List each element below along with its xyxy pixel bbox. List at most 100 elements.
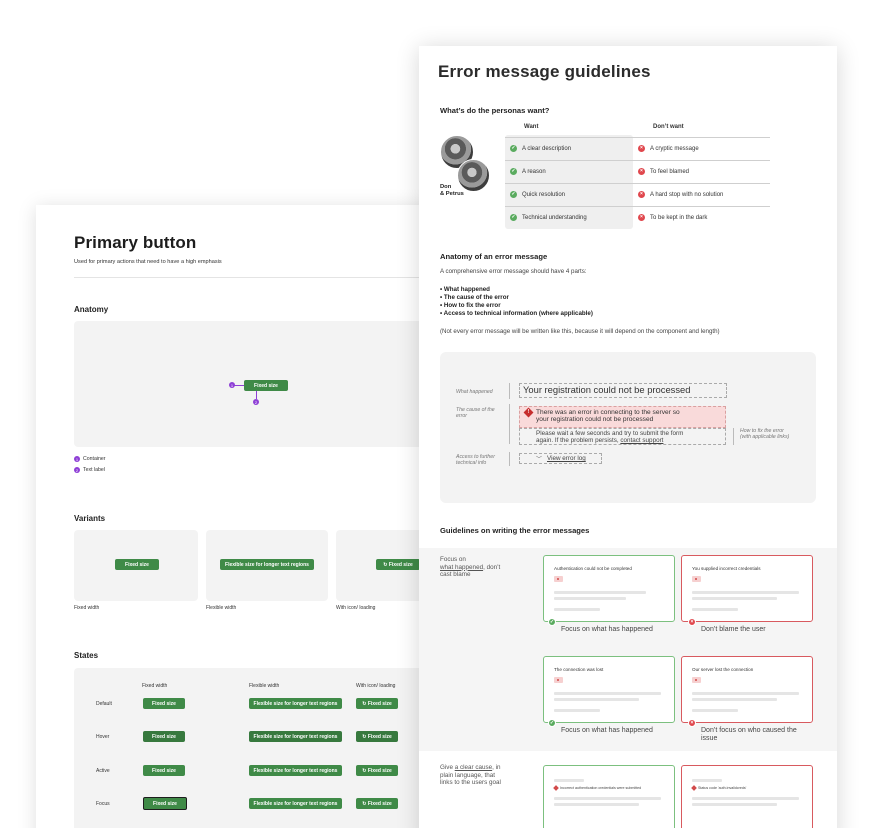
writing-heading: Guidelines on writing the error messages: [440, 526, 590, 535]
example-card-bad: Our server lost the connection: [681, 656, 813, 723]
check-icon: ✓: [510, 191, 517, 198]
state-icon-button[interactable]: ↻ Fixed size: [356, 765, 398, 776]
variant-label: With icon/ loading: [336, 605, 376, 611]
dont-want-header: Don’t want: [653, 124, 684, 130]
marker-2: 2: [74, 467, 80, 473]
state-fixed-button[interactable]: Fixed size: [143, 731, 185, 742]
cross-icon: ×: [638, 168, 645, 175]
persona-row: ✓ Quick resolution × A hard stop with no s…: [505, 183, 770, 206]
error-help-text: Please wait a few seconds and try to sub…: [536, 430, 684, 444]
page-subtitle: Used for primary actions that need to ha…: [74, 259, 222, 265]
bracket: [509, 404, 510, 444]
state-label-hover: Hover: [96, 734, 110, 740]
example-card-bad: You supplied incorrect credentials: [681, 555, 813, 622]
variant-fixed-button[interactable]: Fixed size: [115, 559, 159, 570]
state-label-active: Active: [96, 768, 110, 774]
states-column-header: With icon/ loading: [356, 683, 396, 689]
inline-error: Status code 'auth.invalidcreds': [691, 785, 746, 791]
state-icon-button[interactable]: ↻ Fixed size: [356, 698, 398, 709]
variant-flexible-button[interactable]: Flexible size for longer text regions: [220, 559, 314, 570]
personas-heading: What’s do the personas want?: [440, 106, 550, 115]
label-cause: The cause of the error: [456, 407, 495, 419]
marker-1: 1: [229, 382, 235, 388]
button-label: Fixed size: [367, 800, 392, 807]
persona-row: ✓ A clear description × A cryptic message: [505, 137, 770, 160]
example-card-bad: Status code 'auth.invalidcreds': [681, 765, 813, 828]
states-column-header: Fixed width: [142, 683, 168, 689]
state-label-focus: Focus: [96, 801, 110, 807]
variant-label: Fixed width: [74, 605, 100, 611]
marker-line: [256, 391, 257, 399]
states-column-header: Flexible width: [249, 683, 280, 689]
error-indicator: [554, 576, 563, 582]
page-title: Primary button: [74, 233, 197, 252]
error-icon: [553, 785, 559, 791]
bracket: [509, 452, 510, 466]
state-flexible-button[interactable]: Flexible size for longer text regions: [249, 765, 342, 776]
example-caption: Focus on what has happened: [561, 626, 653, 633]
anatomy-intro: A comprehensive error message should hav…: [440, 268, 587, 275]
error-indicator: [692, 576, 701, 582]
error-headline: Your registration could not be processed: [523, 384, 691, 395]
state-fixed-button[interactable]: Fixed size: [143, 765, 185, 776]
chevron-down-icon: ﹀: [536, 457, 543, 463]
guideline-cause: Give a clear cause, in plain language, t…: [440, 764, 501, 787]
button-label: Fixed size: [367, 733, 392, 740]
label-technical-info: Access to further technical info: [456, 454, 495, 466]
clear-cause-link[interactable]: a clear cause: [455, 764, 492, 771]
variant-icon-button[interactable]: ↻ Fixed size: [376, 559, 420, 570]
anatomy-parts-list: • What happened • The cause of the error…: [440, 286, 593, 317]
example-card-good: Authentication could not be completed: [543, 555, 675, 622]
error-cause-text: There was an error in connecting to the …: [536, 409, 680, 423]
check-icon: ✓: [510, 145, 517, 152]
error-indicator: [692, 677, 701, 683]
label-how-to-fix: How to fix the error (with applicable li…: [740, 428, 790, 440]
state-fixed-button[interactable]: Fixed size: [143, 797, 187, 810]
marker-2: 2: [253, 399, 259, 405]
example-card-good: The connection was lost: [543, 656, 675, 723]
error-icon: !: [523, 407, 534, 418]
want-header: Want: [524, 124, 539, 130]
marker-line: [234, 385, 244, 386]
page-title: Error message guidelines: [438, 62, 651, 81]
cross-icon: ×: [638, 191, 645, 198]
persona-name: Don & Petrus: [440, 184, 464, 197]
inline-error: Incorrect authentication credentials wer…: [553, 785, 641, 791]
label-what-happened: What happened: [456, 389, 493, 395]
check-icon: ✓: [548, 719, 556, 727]
example-caption: Focus on what has happened: [561, 727, 653, 734]
persona-row: ✓ A reason × To feel blamed: [505, 160, 770, 183]
state-fixed-button[interactable]: Fixed size: [143, 698, 185, 709]
example-caption: Don’t blame the user: [701, 626, 766, 633]
legend-container: 1 Container: [74, 456, 106, 462]
variant-label: Flexible width: [206, 605, 237, 611]
check-icon: ✓: [510, 214, 517, 221]
anatomy-heading: Anatomy: [74, 305, 109, 314]
view-error-log-button[interactable]: ﹀ View error log: [519, 453, 602, 464]
anatomy-note: (Not every error message will be written…: [440, 328, 720, 335]
legend-text-label: 2 Text label: [74, 467, 105, 473]
check-icon: ✓: [510, 168, 517, 175]
error-guidelines-card: Error message guidelines What’s do the p…: [419, 46, 837, 828]
button-label: Fixed size: [367, 767, 392, 774]
button-label: Fixed size: [388, 561, 413, 568]
what-happened-link[interactable]: what happened: [440, 564, 483, 571]
bracket: [509, 383, 510, 399]
states-heading: States: [74, 651, 99, 660]
example-caption: Don’t focus on who caused the issue: [701, 727, 797, 742]
state-icon-button[interactable]: ↻ Fixed size: [356, 731, 398, 742]
anatomy-button[interactable]: Fixed size: [244, 380, 288, 391]
marker-1: 1: [74, 456, 80, 462]
persona-row: ✓ Technical understanding × To be kept in …: [505, 206, 770, 229]
state-icon-button[interactable]: ↻ Fixed size: [356, 798, 398, 809]
button-label: Fixed size: [367, 700, 392, 707]
state-flexible-button[interactable]: Flexible size for longer text regions: [249, 798, 342, 809]
cross-icon: ×: [638, 145, 645, 152]
contact-support-link[interactable]: contact support: [620, 437, 663, 444]
state-flexible-button[interactable]: Flexible size for longer text regions: [249, 731, 342, 742]
legend-label: Container: [83, 456, 106, 462]
legend-label: Text label: [83, 467, 105, 473]
state-flexible-button[interactable]: Flexible size for longer text regions: [249, 698, 342, 709]
example-card-good: Incorrect authentication credentials wer…: [543, 765, 675, 828]
error-icon: [691, 785, 697, 791]
